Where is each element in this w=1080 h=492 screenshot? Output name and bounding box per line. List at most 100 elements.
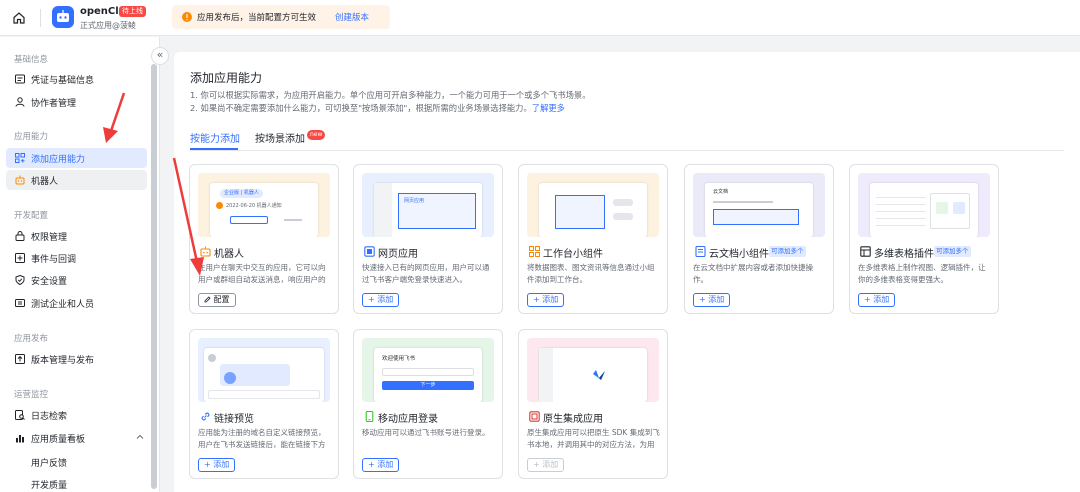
preview-window: 网页应用 xyxy=(374,183,482,237)
sidebar-item-label: 凭证与基础信息 xyxy=(31,76,95,86)
card-preview xyxy=(527,173,659,237)
preview-line xyxy=(713,201,773,203)
card-preview: 欢迎使用飞书 下一步 xyxy=(362,338,494,402)
card-preview xyxy=(858,173,990,237)
card-description: 快速接入已有的网页应用，用户可以通过飞书客户端免登录快速进入。 xyxy=(362,263,490,284)
preview-date: 2022-06-20 机器人通知 xyxy=(226,203,282,209)
sidebar-item-label: 机器人 xyxy=(31,177,59,187)
add-button[interactable]: + 添加 xyxy=(362,458,400,472)
release-notice: 应用发布后，当前配置方可生效 创建版本 xyxy=(172,5,390,29)
home-icon[interactable] xyxy=(12,11,26,25)
capability-card-widget[interactable]: 工作台小组件 将数据图表、图文资讯等信息通过小组件添加到工作台。 + 添加 xyxy=(518,164,668,314)
sidebar-item-add-capability[interactable]: 添加应用能力 xyxy=(6,148,147,168)
card-title: 移动应用登录 xyxy=(378,414,438,425)
card-preview: 网页应用 xyxy=(362,173,494,237)
sidebar-item-test-org[interactable]: 测试企业和人员 xyxy=(6,293,147,313)
multiple-tag: 可添加多个 xyxy=(934,246,971,257)
event-icon xyxy=(15,253,25,263)
chevron-up-icon[interactable] xyxy=(136,433,144,441)
notice-text: 应用发布后，当前配置方可生效 xyxy=(197,13,317,23)
capability-card-doc-widget[interactable]: 云文档 云文档小组件 可添加多个 在云文档中扩展内容或者添加快捷操作。 + 添加 xyxy=(684,164,834,314)
sidebar-subitem-feedback[interactable]: 用户反馈 xyxy=(31,456,67,469)
preview-window xyxy=(870,183,978,237)
card-title: 原生集成应用 xyxy=(543,414,603,425)
card-title: 工作台小组件 xyxy=(543,249,603,260)
sidebar-item-label: 协作者管理 xyxy=(31,99,77,109)
card-description: 应用能为注册的域名自定义链接预览，用户在飞书发送链接后，能在链接下方展示... xyxy=(198,428,326,449)
add-button[interactable]: + 添加 xyxy=(198,458,236,472)
sidebar-item-label: 安全设置 xyxy=(31,277,68,287)
table-plugin-icon xyxy=(860,246,871,257)
preview-dot xyxy=(216,202,223,209)
card-preview xyxy=(527,338,659,402)
sidebar-item-label: 添加应用能力 xyxy=(31,155,86,165)
add-button[interactable]: + 添加 xyxy=(858,293,896,307)
main-panel: 添加应用能力 1. 你可以根据实际需求，为应用开启能力。单个应用可开启多种能力，… xyxy=(174,52,1080,492)
app-logo xyxy=(52,6,74,28)
learn-more-link[interactable]: 了解更多 xyxy=(532,103,565,113)
native-app-icon xyxy=(529,411,540,422)
preview-widget xyxy=(555,195,605,229)
card-title: 云文档小组件 xyxy=(709,249,769,260)
app-subtitle: 正式应用@菠鲮 xyxy=(80,21,136,30)
preview-sidebar xyxy=(539,348,553,402)
tab-by-capability[interactable]: 按能力添加 xyxy=(190,130,240,145)
add-button[interactable]: + 添加 xyxy=(362,293,400,307)
sidebar-item-label: 版本管理与发布 xyxy=(31,356,95,366)
sidebar-item-robot[interactable]: 机器人 xyxy=(6,170,147,190)
link-icon xyxy=(201,412,210,421)
preview-window: 欢迎使用飞书 下一步 xyxy=(374,348,482,402)
card-title: 多维表格插件 xyxy=(874,249,934,260)
sidebar-item-log-search[interactable]: 日志检索 xyxy=(6,405,147,425)
add-button-disabled[interactable]: + 添加 xyxy=(527,458,565,472)
sidebar-item-label: 测试企业和人员 xyxy=(31,300,95,310)
sidebar-item-quality-board[interactable]: 应用质量看板 xyxy=(6,428,147,448)
card-description: 将数据图表、图文资讯等信息通过小组件添加到工作台。 xyxy=(527,263,655,284)
sidebar-item-label: 应用质量看板 xyxy=(31,435,86,445)
section-title-release: 应用发布 xyxy=(14,334,49,344)
sidebar-item-label: 事件与回调 xyxy=(31,255,77,265)
preview-widget xyxy=(713,209,799,225)
card-description: 在云文档中扩展内容或者添加快捷操作。 xyxy=(693,263,813,284)
capability-card-link-preview[interactable]: 链接预览 应用能为注册的域名自定义链接预览，用户在飞书发送链接后，能在链接下方展… xyxy=(189,329,339,479)
preview-button xyxy=(230,216,268,224)
doc-widget-icon xyxy=(695,246,706,257)
sidebar-scrollbar[interactable] xyxy=(151,64,157,489)
test-icon xyxy=(15,299,25,307)
sidebar-item-collaborators[interactable]: 协作者管理 xyxy=(6,92,147,112)
preview-header: 网页应用 xyxy=(404,198,425,204)
top-bar: openClaw 待上线 正式应用@菠鲮 应用发布后，当前配置方可生效 创建版本 xyxy=(0,0,1080,36)
card-preview: 企业版 | 机器人 2022-06-20 机器人通知 xyxy=(198,173,330,237)
card-title: 网页应用 xyxy=(378,249,418,260)
sidebar-item-credentials[interactable]: 凭证与基础信息 xyxy=(6,69,147,89)
warning-icon xyxy=(182,12,192,22)
add-button[interactable]: + 添加 xyxy=(527,293,565,307)
sidebar-item-versions[interactable]: 版本管理与发布 xyxy=(6,349,147,369)
capability-card-native-app[interactable]: 原生集成应用 原生集成应用可以把原生 SDK 集成到飞书本地，并调用其中的对应方… xyxy=(518,329,668,479)
preview-spinner xyxy=(224,372,236,384)
capability-card-robot[interactable]: 企业版 | 机器人 2022-06-20 机器人通知 机器人 在用户在聊天中交互… xyxy=(189,164,339,314)
add-button[interactable]: + 添加 xyxy=(693,293,731,307)
tab-by-scenario[interactable]: 按场景添加 xyxy=(255,130,305,145)
sidebar-item-security[interactable]: 安全设置 xyxy=(6,270,147,290)
configure-button[interactable]: 配置 xyxy=(198,293,236,307)
upload-icon xyxy=(15,354,25,364)
preview-line xyxy=(284,219,302,221)
section-title-capability: 应用能力 xyxy=(14,132,49,142)
preview-window xyxy=(539,348,647,402)
preview-plugin-panel xyxy=(930,193,970,229)
create-version-link[interactable]: 创建版本 xyxy=(335,11,369,23)
sidebar-item-events[interactable]: 事件与回调 xyxy=(6,248,147,268)
section-title-dev: 开发配置 xyxy=(14,211,49,221)
preview-next-button: 下一步 xyxy=(382,381,474,390)
feishu-logo-icon xyxy=(593,370,605,380)
sidebar-subitem-dev-quality[interactable]: 开发质量 xyxy=(31,478,67,491)
capability-card-table-plugin[interactable]: 多维表格插件 可添加多个 在多维表格上制作视图、逻辑插件，让你的多维表格变得更强… xyxy=(849,164,999,314)
sidebar-item-permissions[interactable]: 权限管理 xyxy=(6,226,147,246)
collapse-sidebar-button[interactable]: « xyxy=(151,47,169,65)
description-line-2: 2. 如果尚不确定需要添加什么能力，可切换至"按场景添加"，根据所需的业务场景选… xyxy=(190,103,565,113)
new-badge: new xyxy=(307,130,326,140)
capability-card-mobile-login[interactable]: 欢迎使用飞书 下一步 移动应用登录 移动应用可以通过飞书账号进行登录。 + 添加 xyxy=(353,329,503,479)
preview-header: 欢迎使用飞书 xyxy=(382,356,416,362)
capability-card-web-app[interactable]: 网页应用 网页应用 快速接入已有的网页应用，用户可以通过飞书客户端免登录快速进入… xyxy=(353,164,503,314)
